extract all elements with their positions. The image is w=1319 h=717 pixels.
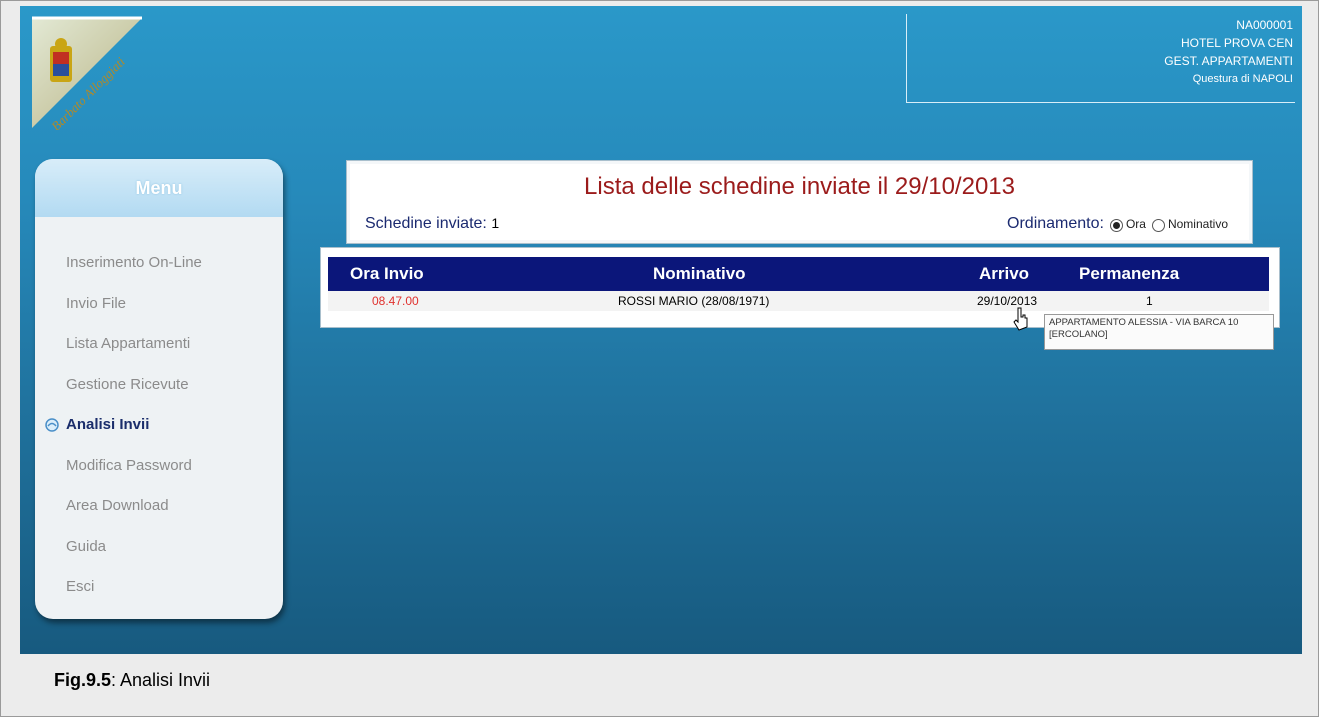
- menu-item-inserimento-online[interactable]: Inserimento On-Line: [35, 243, 283, 284]
- menu-item-area-download[interactable]: Area Download: [35, 486, 283, 527]
- cell-arrivo[interactable]: 29/10/2013: [977, 294, 1037, 308]
- menu-title: Menu: [35, 159, 283, 217]
- figure-frame: Barbato Alloggiati NA000001 HOTEL PROVA …: [0, 0, 1319, 717]
- tooltip-line-1: APPARTAMENTO ALESSIA - VIA BARCA 10: [1049, 317, 1239, 328]
- column-header-permanenza[interactable]: Permanenza: [1079, 264, 1179, 284]
- menu-item-modifica-password[interactable]: Modifica Password: [35, 446, 283, 487]
- apartment-tooltip: APPARTAMENTO ALESSIA - VIA BARCA 10 [ERC…: [1044, 314, 1274, 350]
- caption-label: Fig.9.5: [54, 670, 112, 690]
- menu-item-gestione-ricevute[interactable]: Gestione Ricevute: [35, 365, 283, 406]
- side-menu: Menu Inserimento On-Line Invio File List…: [35, 159, 283, 619]
- title-panel: Lista delle schedine inviate il 29/10/20…: [346, 160, 1253, 244]
- order-radio-ora[interactable]: [1109, 218, 1123, 232]
- table-row[interactable]: 08.47.00 ROSSI MARIO (28/08/1971) 29/10/…: [328, 291, 1269, 311]
- menu-list: Inserimento On-Line Invio File Lista App…: [35, 217, 283, 608]
- figure-caption: Fig.9.5: Analisi Invii: [54, 670, 210, 691]
- menu-item-guida[interactable]: Guida: [35, 527, 283, 568]
- caption-text: : Analisi Invii: [111, 670, 211, 690]
- column-header-arrivo[interactable]: Arrivo: [979, 264, 1029, 284]
- sent-count-value: 1: [491, 215, 500, 231]
- column-header-ora-invio[interactable]: Ora Invio: [350, 264, 424, 284]
- office-name: Questura di NAPOLI: [1192, 73, 1293, 85]
- order-selector: Ordinamento: Ora Nominativo: [1007, 215, 1228, 233]
- menu-item-analisi-invii-label: Analisi Invii: [66, 416, 150, 433]
- menu-item-lista-appartamenti[interactable]: Lista Appartamenti: [35, 324, 283, 365]
- police-emblem-logo: Barbato Alloggiati: [32, 16, 142, 130]
- cell-permanenza: 1: [1146, 294, 1153, 308]
- tooltip-line-2: [ERCOLANO]: [1049, 329, 1108, 340]
- menu-item-invio-file[interactable]: Invio File: [35, 284, 283, 325]
- cell-nominativo: ROSSI MARIO (28/08/1971): [618, 294, 770, 308]
- user-role: GEST. APPARTAMENTI: [1164, 54, 1293, 68]
- order-option-nominativo[interactable]: Nominativo: [1168, 217, 1228, 231]
- menu-item-esci[interactable]: Esci: [35, 567, 283, 608]
- cell-ora-invio: 08.47.00: [372, 294, 419, 308]
- hand-cursor-icon: [1013, 307, 1028, 331]
- table-header: Ora Invio Nominativo Arrivo Permanenza: [328, 257, 1269, 291]
- sent-label: Schedine inviate:: [365, 215, 487, 232]
- user-info-panel: NA000001 HOTEL PROVA CEN GEST. APPARTAME…: [906, 14, 1295, 103]
- order-label: Ordinamento:: [1007, 215, 1104, 232]
- user-code: NA000001: [1236, 18, 1293, 32]
- column-header-nominativo[interactable]: Nominativo: [653, 264, 746, 284]
- order-option-ora[interactable]: Ora: [1126, 217, 1146, 231]
- menu-item-analisi-invii[interactable]: Analisi Invii: [35, 405, 283, 446]
- page-title: Lista delle schedine inviate il 29/10/20…: [584, 173, 1015, 200]
- order-radio-nominativo[interactable]: [1151, 218, 1165, 232]
- active-bullet-icon: [45, 418, 59, 432]
- sent-count: Schedine inviate: 1: [365, 215, 499, 233]
- hotel-name: HOTEL PROVA CEN: [1180, 36, 1293, 50]
- app-screen: Barbato Alloggiati NA000001 HOTEL PROVA …: [20, 6, 1302, 654]
